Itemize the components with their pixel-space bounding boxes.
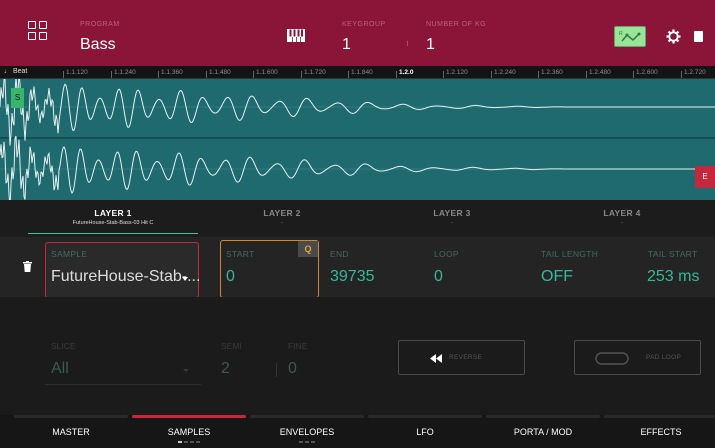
ruler-tick: 1.2.600 — [633, 69, 658, 78]
layer-tab-4[interactable]: LAYER 4 - — [537, 200, 707, 236]
bottom-tab-bar: MASTER SAMPLES ENVELOPES LFO PORTA / MOD… — [0, 415, 715, 448]
page-dots — [130, 441, 248, 443]
loop-icon — [595, 352, 629, 365]
keygroup-label: KEYGROUP — [342, 21, 386, 28]
tail-start-value[interactable]: 253 ms — [647, 268, 699, 286]
layer-sample: FutureHouse-Stab-Bass-03 Hit C — [72, 220, 154, 226]
chevron-down-icon — [183, 369, 189, 372]
rewind-icon — [430, 354, 442, 363]
program-value[interactable]: Bass — [80, 36, 116, 54]
program-label: PROGRAM — [80, 21, 120, 28]
layer-tab-3[interactable]: LAYER 3 - — [367, 200, 537, 236]
tail-start-label: TAIL START — [648, 249, 698, 259]
layer-tab-2[interactable]: LAYER 2 - — [197, 200, 367, 236]
keygroup-value[interactable]: 1 — [342, 36, 351, 54]
ruler-tick: 1.1.600 — [253, 69, 278, 78]
end-value[interactable]: 39735 — [330, 268, 375, 286]
layer-tabs: LAYER 1 FutureHouse-Stab-Bass-03 Hit C L… — [0, 200, 715, 236]
semi-fine-divider — [276, 363, 277, 377]
quantize-badge[interactable]: Q — [298, 241, 318, 257]
layer-tab-1[interactable]: LAYER 1 FutureHouse-Stab-Bass-03 Hit C — [28, 200, 198, 236]
slice-value[interactable]: All — [51, 360, 69, 378]
pad-loop-label: PAD LOOP — [646, 354, 682, 361]
svg-text:R: R — [619, 31, 623, 37]
tab-label: LFO — [416, 427, 434, 437]
ruler-tick: 1.1.480 — [206, 69, 231, 78]
ruler-tick: 1.2.240 — [491, 69, 516, 78]
end-marker[interactable]: E — [695, 166, 715, 188]
waveform-graphic — [0, 79, 715, 200]
slice-label: SLICE — [51, 341, 76, 351]
ruler-tick: 1.1.720 — [301, 69, 326, 78]
layer-name: LAYER 4 — [603, 208, 641, 218]
number-of-kg-value[interactable]: 1 — [426, 36, 435, 54]
waveform-display[interactable] — [0, 79, 715, 200]
piano-keys-icon[interactable] — [287, 29, 305, 42]
header-divider — [407, 41, 408, 46]
pad-loop-button[interactable]: PAD LOOP — [574, 340, 701, 375]
tail-length-value[interactable]: OFF — [541, 268, 573, 286]
page-dots — [248, 441, 366, 443]
layer-sample: - — [621, 220, 623, 226]
tab-label: ENVELOPES — [279, 427, 335, 437]
tail-length-label: TAIL LENGTH — [541, 249, 599, 259]
chip-icon[interactable] — [694, 31, 703, 42]
ruler-tick: 1.2.720 — [681, 69, 706, 78]
tab-label: PORTA / MOD — [513, 427, 573, 437]
ruler-tick: 1.1.840 — [348, 69, 373, 78]
loop-value[interactable]: 0 — [434, 268, 443, 286]
layer-sample: - — [451, 220, 453, 226]
tab-label: SAMPLES — [167, 427, 211, 437]
layer-name: LAYER 3 — [433, 208, 471, 218]
ruler-tick: 1.2.360 — [538, 69, 563, 78]
slice-underline — [45, 384, 201, 385]
mode-icon: R — [619, 31, 641, 42]
semi-value[interactable]: 2 — [221, 360, 230, 378]
number-of-kg-label: NUMBER OF KG — [426, 21, 487, 28]
tab-label: MASTER — [52, 427, 90, 437]
grid-icon[interactable] — [28, 21, 47, 40]
ruler-tick: 1.1.120 — [63, 69, 88, 78]
timeline-ruler[interactable]: ♩ Beat 1.1.120 1.1.240 1.1.360 1.1.480 1… — [0, 66, 715, 79]
layer-name: LAYER 2 — [263, 208, 301, 218]
sample-label: SAMPLE — [51, 249, 88, 259]
mode-button[interactable]: R — [614, 26, 646, 47]
ruler-tick: 1.2.480 — [586, 69, 611, 78]
tab-effects[interactable]: EFFECTS — [602, 415, 715, 448]
semi-label: SEMI — [221, 341, 242, 351]
fine-value[interactable]: 0 — [288, 360, 297, 378]
fine-label: FINE — [288, 341, 308, 351]
ruler-tick: 1.2.0 — [395, 69, 414, 78]
tab-master[interactable]: MASTER — [12, 415, 130, 448]
loop-label: LOOP — [434, 249, 459, 259]
start-label: START — [226, 249, 255, 259]
beat-label: ♩ Beat — [4, 68, 28, 75]
trash-icon[interactable] — [23, 261, 32, 272]
sample-value: FutureHouse-Stab-... — [51, 268, 201, 285]
tab-samples[interactable]: SAMPLES — [130, 415, 248, 448]
end-label: END — [330, 249, 349, 259]
layer-name: LAYER 1 — [94, 208, 132, 218]
keygroup-sample-editor: PROGRAM Bass KEYGROUP 1 NUMBER OF KG 1 R — [0, 0, 715, 448]
ruler-tick: 1.2.120 — [443, 69, 468, 78]
gear-icon[interactable] — [666, 29, 681, 44]
start-marker[interactable]: S — [11, 88, 24, 108]
reverse-button[interactable]: REVERSE — [398, 340, 525, 375]
tab-lfo[interactable]: LFO — [366, 415, 484, 448]
header-bar: PROGRAM Bass KEYGROUP 1 NUMBER OF KG 1 R — [0, 0, 715, 66]
tab-label: EFFECTS — [640, 427, 682, 437]
ruler-tick: 1.1.360 — [158, 69, 183, 78]
tab-envelopes[interactable]: ENVELOPES — [248, 415, 366, 448]
ruler-tick: 1.1.240 — [111, 69, 136, 78]
chevron-down-icon — [182, 277, 188, 281]
reverse-label: REVERSE — [449, 354, 483, 361]
start-value: 0 — [226, 268, 235, 285]
layer-sample: - — [281, 220, 283, 226]
tab-porta-mod[interactable]: PORTA / MOD — [484, 415, 602, 448]
